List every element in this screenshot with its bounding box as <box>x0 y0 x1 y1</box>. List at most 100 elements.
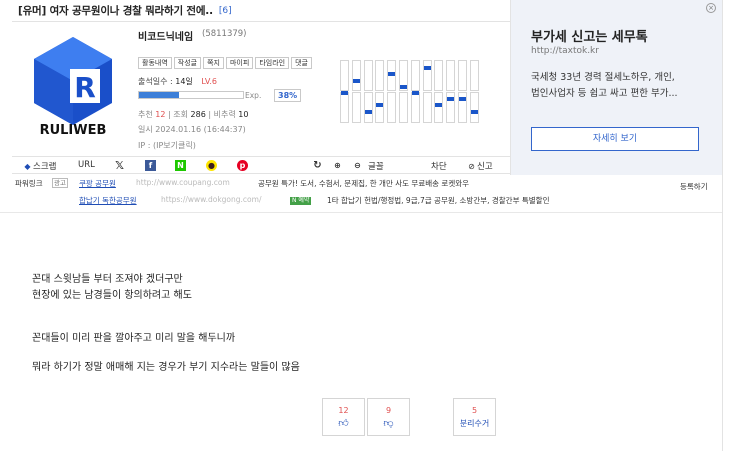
chart-cell <box>399 92 408 123</box>
chart-cell <box>340 60 349 91</box>
ad-tag-text: 광고 <box>52 178 68 188</box>
chart-cell <box>422 60 432 91</box>
nonrec-label: 비추력 <box>213 110 236 119</box>
chart-cell <box>351 92 361 123</box>
chart-mark <box>388 72 396 77</box>
chart-mark <box>459 97 466 102</box>
post-stats: 추천 12 | 조회 286 | 비추력 10 <box>138 110 249 119</box>
ad-headline[interactable]: 부가세 신고는 세무톡 <box>531 26 648 45</box>
url-button[interactable]: URL <box>78 160 95 170</box>
powerlink-2-title[interactable]: 합납기 독한공무원 <box>79 195 137 206</box>
powerlink-1-desc[interactable]: 공무원 특가! 도서, 수험서, 문제집, 한 개만 사도 무료배송 로켓와우 <box>258 178 469 189</box>
post-main: [유머] 여자 공무원이나 경찰 뭐라하기 전에.. [6] R RULIWEB… <box>12 0 512 451</box>
view-value: 286 <box>190 110 206 119</box>
chart-cell <box>340 92 349 123</box>
ad-detail-button[interactable]: 자세히 보기 <box>531 127 699 151</box>
chart-cell <box>375 60 385 91</box>
scrap-label: 스크랩 <box>33 162 57 172</box>
divider <box>0 212 722 213</box>
pinterest-share-icon[interactable]: p <box>237 160 248 171</box>
svg-text:R: R <box>74 71 96 104</box>
report-button[interactable]: ⊘ 신고 <box>466 160 493 173</box>
chart-mark <box>352 78 360 83</box>
thumbs-down-icon: 👎︎ <box>383 418 394 429</box>
post-date: 일시 2024.01.16 (16:44:37) <box>138 125 246 134</box>
zoom-in-icon[interactable]: ⊕ <box>332 160 343 171</box>
post-toolbar: ◆ 스크랩 URL 𝕏 f N ● p ↻ ⊕ ⊖ 글꼴 차단 ⊘ 신고 <box>12 156 512 174</box>
logo-wordmark: RULIWEB <box>40 123 107 137</box>
recycle-count: 5 <box>471 406 478 415</box>
powerlink-2-desc[interactable]: 1타 합납기 헌법/행정법, 9급,7급 공무원, 소방간부, 경찰간부 특별할… <box>327 195 549 206</box>
author-nickname[interactable]: 비코드닉네임 <box>138 28 193 43</box>
chart-cell <box>363 60 373 91</box>
x-share-icon[interactable]: 𝕏 <box>114 160 125 171</box>
attend-days: 14일 <box>175 77 193 86</box>
article-line-1: 꼰대 스윗남들 부터 조져야 겠더구만 <box>32 274 183 285</box>
chart-cell <box>434 92 444 123</box>
powerlink-2-tag-text: N 예약 <box>290 197 312 205</box>
chart-cell <box>469 92 479 123</box>
chart-mark <box>411 91 419 95</box>
profile-btn-timeline[interactable]: 타임라인 <box>255 57 290 69</box>
rec-label: 추천 <box>138 110 153 119</box>
downvote-count: 9 <box>385 406 392 415</box>
recycle-report-button[interactable]: 5 분리수거 <box>453 398 496 436</box>
view-label: 조회 <box>173 110 188 119</box>
nonrec-value: 10 <box>238 110 249 119</box>
attend-label: 출석일수 : <box>138 77 173 86</box>
ruliweb-logo: R RULIWEB <box>22 33 124 138</box>
powerlink-1-title[interactable]: 쿠팡 공무원 <box>79 178 116 189</box>
downvote-button[interactable]: 9 👎︎ <box>367 398 410 436</box>
powerlink-2-url[interactable]: https://www.dokgong.com/ <box>161 195 261 204</box>
profile-btn-activity[interactable]: 활동내역 <box>138 57 172 69</box>
ad-panel: × 부가세 신고는 세무톡 http://taxtok.kr 국세청 33년 경… <box>510 0 722 175</box>
chart-cell <box>375 92 385 123</box>
right-border <box>722 0 723 451</box>
chart-mark <box>470 109 478 114</box>
font-button[interactable]: 글꼴 <box>368 160 384 172</box>
scrap-button[interactable]: ◆ 스크랩 <box>22 160 57 173</box>
powerlink-2-tag: N 예약 <box>290 195 312 205</box>
report-icon: ⊘ <box>468 161 475 171</box>
chart-cell <box>410 92 420 123</box>
comment-count[interactable]: [6] <box>219 6 232 16</box>
article-line-4: 뭐라 하기가 정말 애매해 지는 경우가 부기 지수라는 말들이 많음 <box>32 362 300 373</box>
facebook-share-icon[interactable]: f <box>145 160 156 171</box>
upvote-button[interactable]: 12 👍︎ <box>322 398 365 436</box>
scrap-icon: ◆ <box>24 161 31 171</box>
chart-mark <box>447 97 455 102</box>
profile-btn-mypi[interactable]: 마이피 <box>225 57 254 69</box>
chart-mark <box>376 103 384 108</box>
upvote-count: 12 <box>338 406 349 415</box>
refresh-icon[interactable]: ↻ <box>312 160 323 171</box>
profile-btn-comments[interactable]: 댓글 <box>291 57 312 69</box>
chart-cell <box>446 60 456 91</box>
chart-mark <box>400 84 407 89</box>
ad-tag: 광고 <box>52 178 68 188</box>
report-label: 신고 <box>477 162 493 172</box>
naver-share-icon[interactable]: N <box>175 160 186 171</box>
post-ip[interactable]: IP : (IP보기클릭) <box>138 140 196 151</box>
exp-progress-fill <box>139 92 179 98</box>
register-link[interactable]: 등록하기 <box>680 181 708 192</box>
chart-cell <box>387 92 397 123</box>
chart-cell <box>458 60 467 91</box>
profile-btn-posts[interactable]: 작성글 <box>173 57 202 69</box>
profile-btn-message[interactable]: 쪽지 <box>203 57 224 69</box>
powerlink-1-url[interactable]: http://www.coupang.com <box>136 178 230 187</box>
exp-percent: 38% <box>274 89 302 102</box>
ad-desc-2: 법인사업자 등 쉽고 싸고 편한 부가... <box>531 88 678 99</box>
chart-mark <box>423 66 431 71</box>
chart-cell <box>434 60 444 91</box>
chart-mark <box>364 109 372 114</box>
ad-desc-1: 국세청 33년 경력 절세노하우, 개인, <box>531 72 675 83</box>
attendance: 출석일수 : 14일 LV.6 <box>138 76 217 87</box>
close-icon[interactable]: × <box>706 3 716 13</box>
ad-url[interactable]: http://taxtok.kr <box>531 46 599 56</box>
chart-cell <box>363 92 373 123</box>
kakao-share-icon[interactable]: ● <box>206 160 217 171</box>
author-id: (5811379) <box>202 29 247 39</box>
chart-cell <box>351 60 361 91</box>
zoom-out-icon[interactable]: ⊖ <box>352 160 363 171</box>
block-button[interactable]: 차단 <box>431 160 447 172</box>
